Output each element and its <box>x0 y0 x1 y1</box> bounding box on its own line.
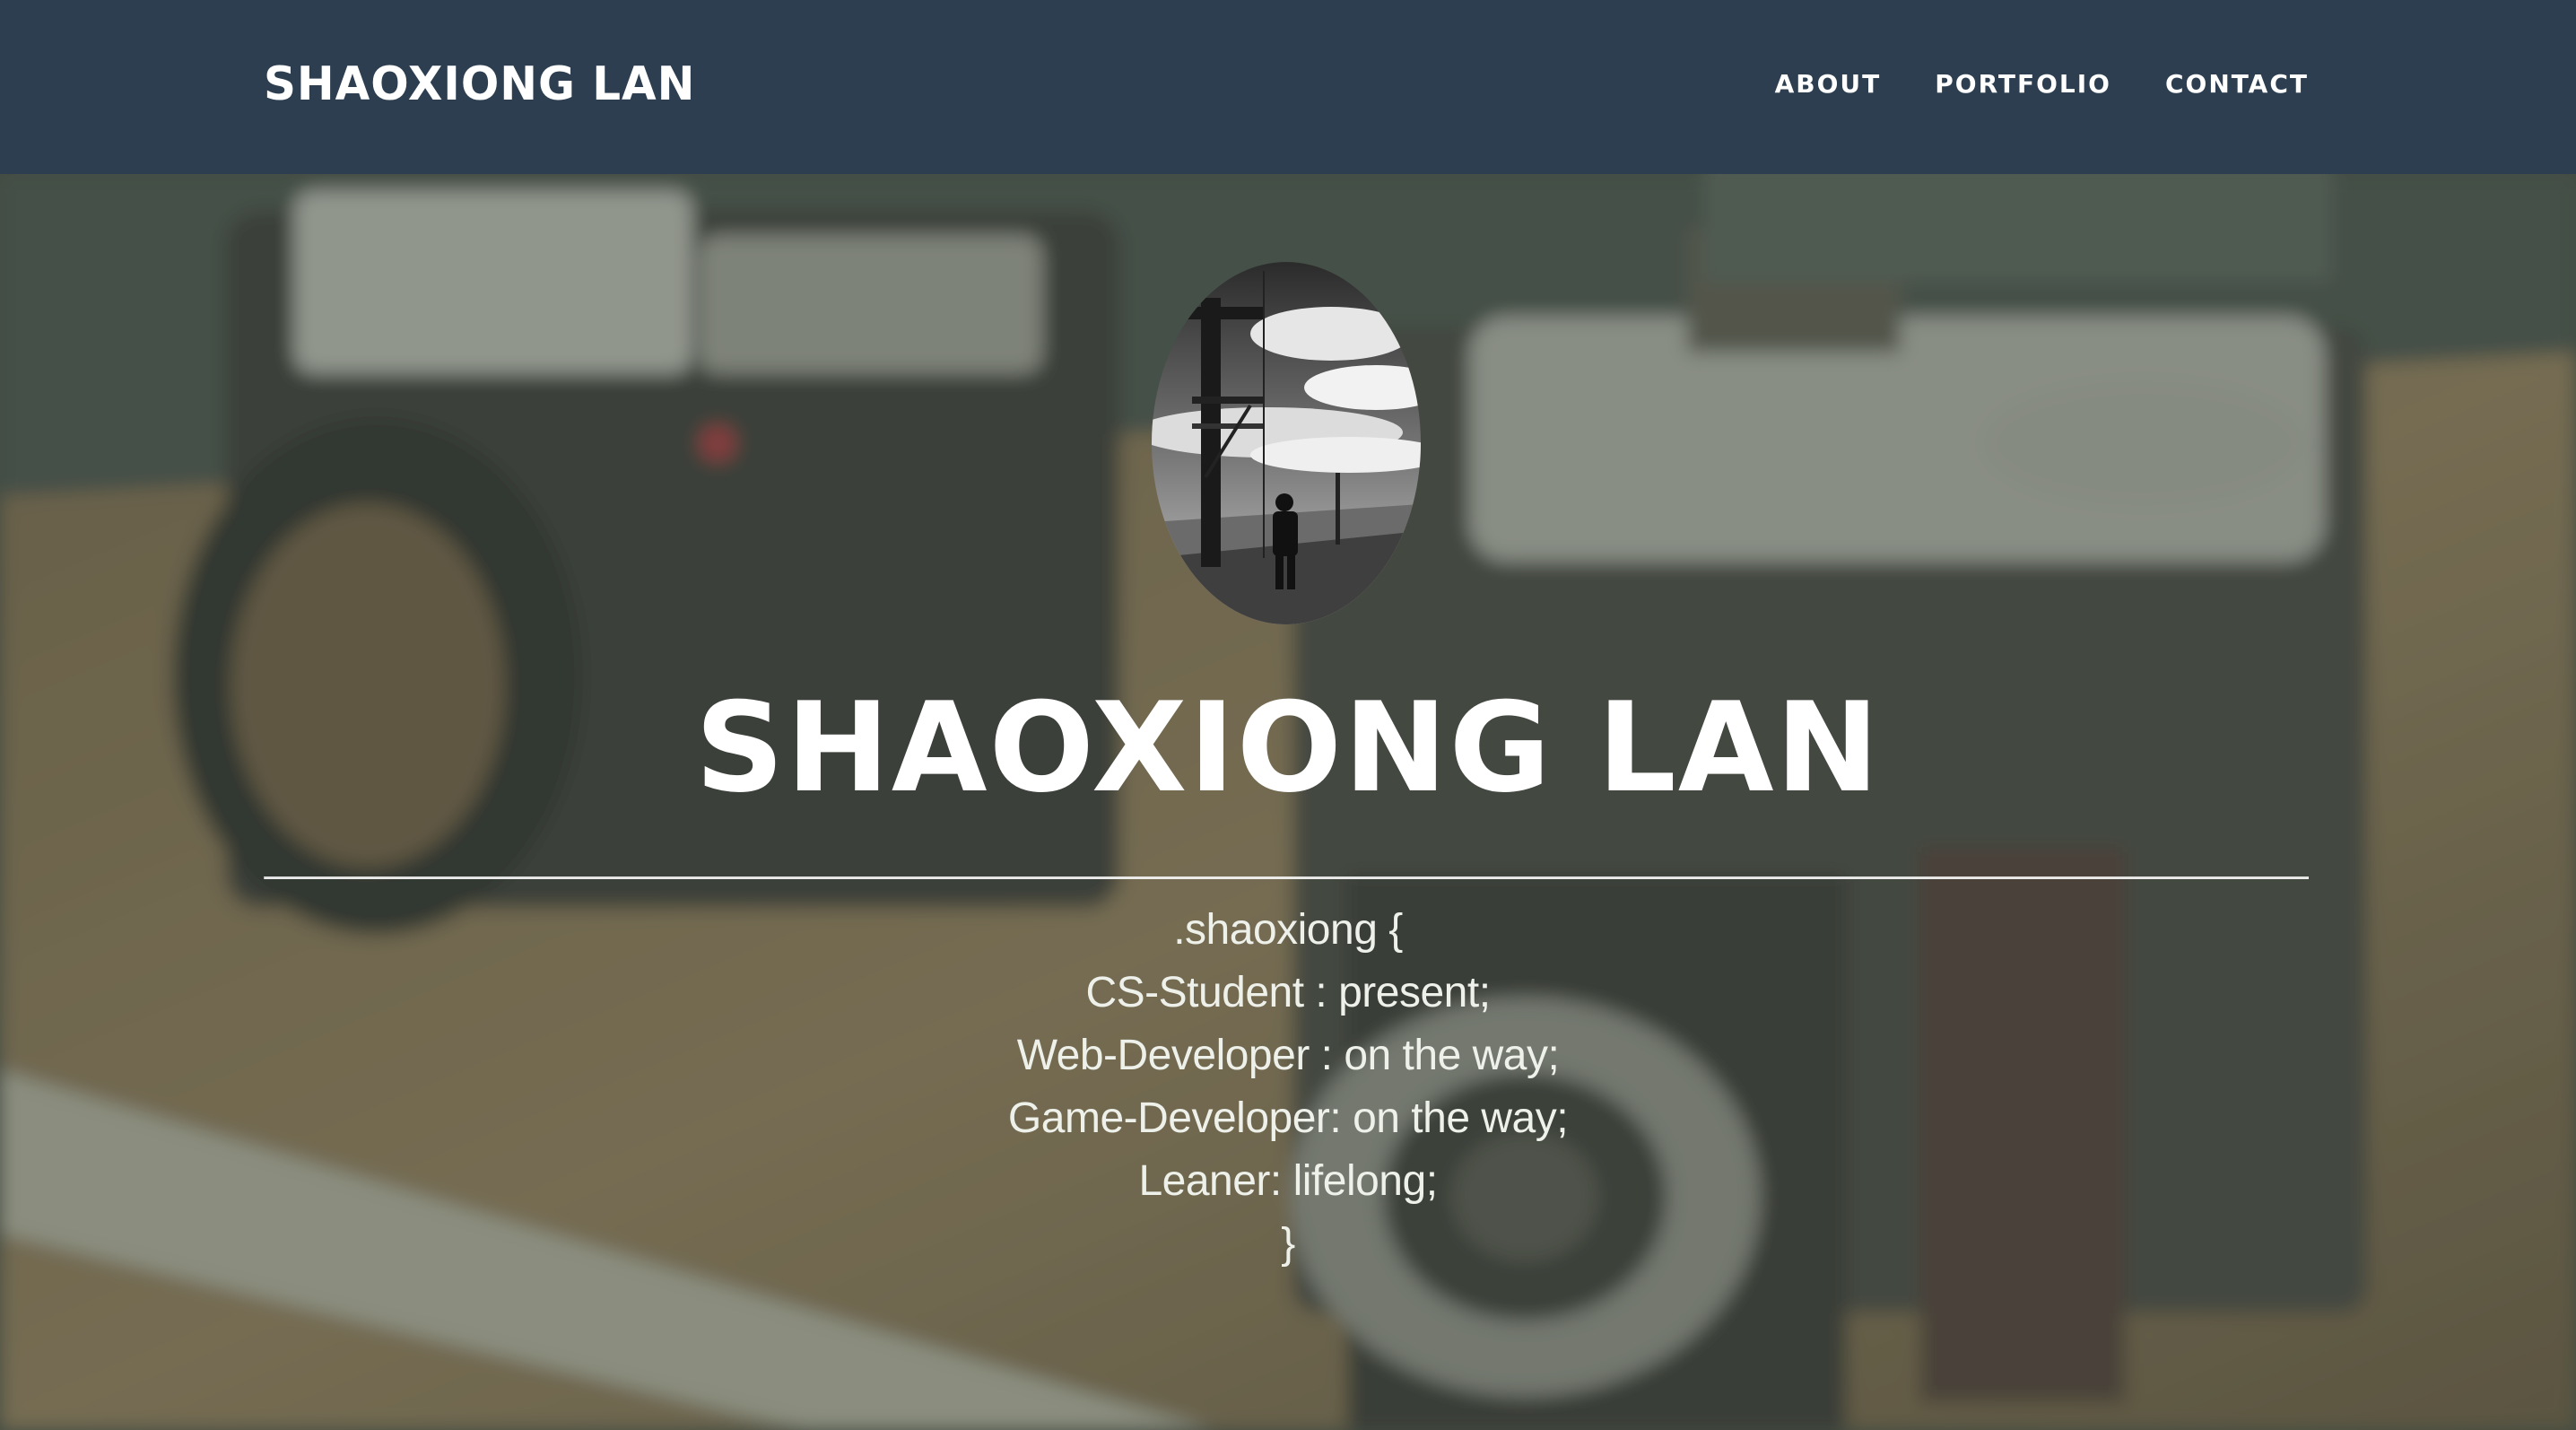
bio-line: Web-Developer : on the way; <box>1016 1032 1560 1079</box>
nav-link-contact[interactable]: CONTACT <box>2165 63 2309 106</box>
bio-line: } <box>1281 1220 1295 1268</box>
hero-section: SHAOXIONG LAN .shaoxiong { CS-Student : … <box>0 174 2576 1430</box>
bio-line: Leaner: lifelong; <box>1138 1157 1438 1205</box>
profile-photo-image <box>1152 262 1421 624</box>
bio-line: .shaoxiong { <box>1173 906 1403 954</box>
hero-title: SHAOXIONG LAN <box>694 676 1882 820</box>
profile-avatar <box>1152 262 1421 624</box>
bio-line: CS-Student : present; <box>1085 969 1491 1016</box>
hero-divider <box>264 876 2309 879</box>
nav-links: ABOUT PORTFOLIO CONTACT <box>1721 63 2309 106</box>
nav-link-portfolio[interactable]: PORTFOLIO <box>1935 63 2111 106</box>
bio-line: Game-Developer: on the way; <box>1007 1094 1569 1142</box>
navbar: SHAOXIONG LAN ABOUT PORTFOLIO CONTACT <box>0 0 2576 174</box>
nav-link-about[interactable]: ABOUT <box>1775 63 1882 106</box>
brand-link[interactable]: SHAOXIONG LAN <box>264 52 695 117</box>
bio-code-block: .shaoxiong { CS-Student : present; Web-D… <box>0 899 2576 1276</box>
